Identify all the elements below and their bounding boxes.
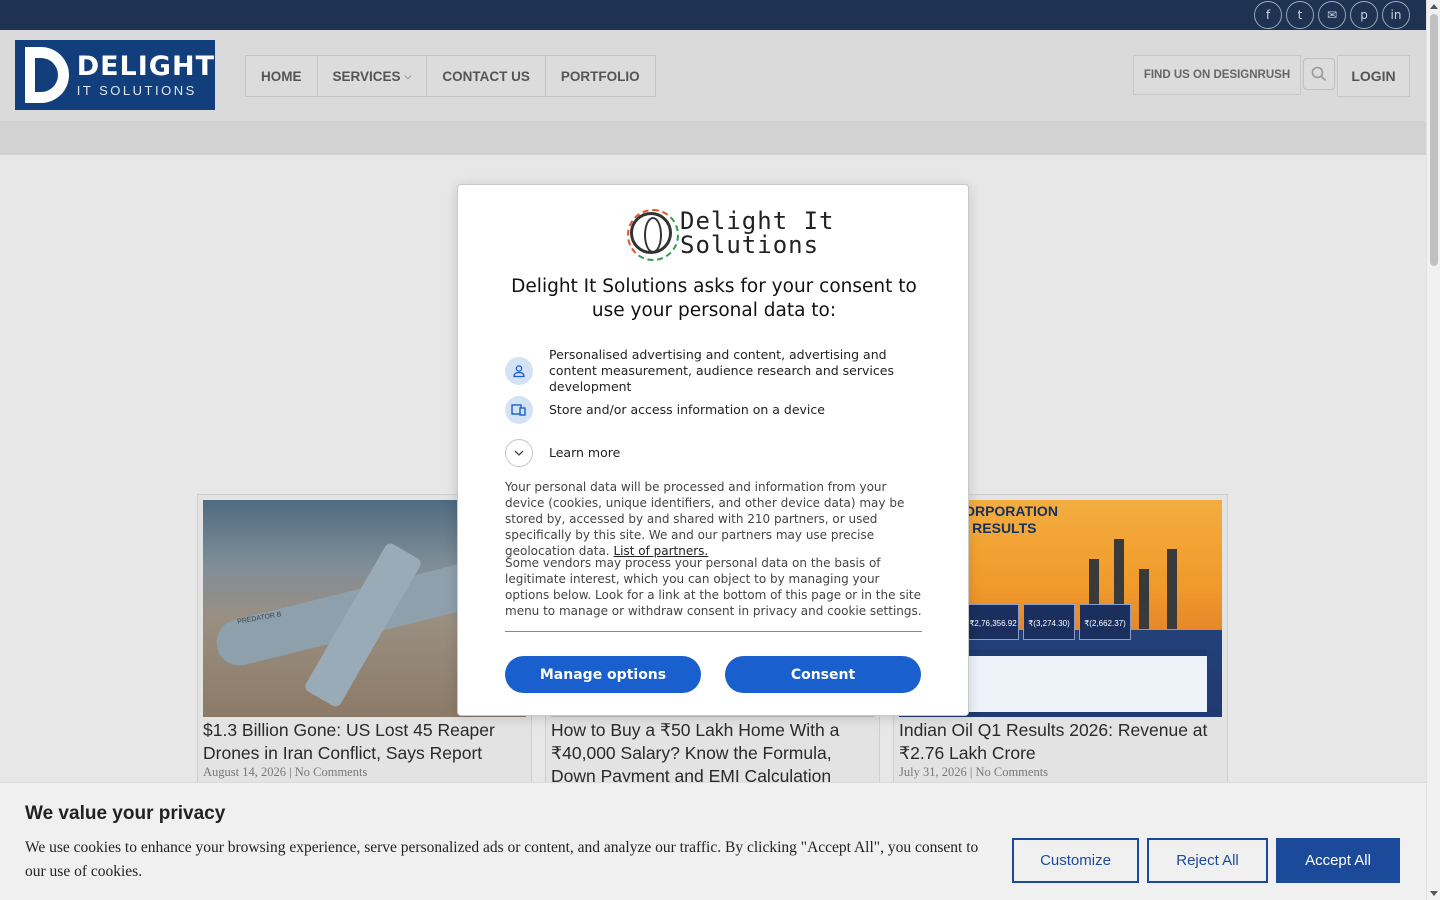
article-meta: July 31, 2026 | No Comments [899,765,1049,779]
image-panel [939,650,1207,712]
consent-paragraph: Your personal data will be processed and… [505,479,925,559]
find-us-designrush-button[interactable]: FIND US ON DESIGNRUSH [1133,55,1301,95]
logo-d-mark [25,47,69,103]
article-title[interactable]: How to Buy a ₹50 Lakh Home With a ₹40,00… [551,719,876,788]
devices-icon [505,396,533,424]
brand-line-1: Delight It [680,207,835,235]
article-title[interactable]: $1.3 Billion Gone: US Lost 45 Reaper Dro… [203,719,528,765]
social-links: f t ✉ p in [1254,1,1410,29]
scroll-down-arrow-icon[interactable] [1430,891,1438,896]
person-icon [505,357,533,385]
site-logo[interactable]: DELIGHT IT SOLUTIONS [15,40,215,110]
nav-portfolio[interactable]: PORTFOLIO [544,55,656,97]
legitimate-interest-paragraph: Some vendors may process your personal d… [505,556,922,618]
cookie-banner-text: We use cookies to enhance your browsing … [25,839,979,880]
scroll-up-arrow-icon[interactable] [1430,4,1438,9]
learn-more-label: Learn more [549,445,621,460]
logo-subtitle: IT SOLUTIONS [76,82,197,98]
pinterest-icon[interactable]: p [1350,1,1378,29]
cookie-banner: We value your privacy We use cookies to … [0,782,1426,900]
sub-header-bar [0,121,1426,155]
article-meta: August 14, 2026 | No Comments [203,765,368,779]
chevron-down-icon [505,439,533,467]
customize-button[interactable]: Customize [1012,838,1139,883]
site-header: DELIGHT IT SOLUTIONS HOME SERVICES ⌵ CONT… [0,30,1426,121]
manage-options-button[interactable]: Manage options [505,656,701,693]
linkedin-icon[interactable]: in [1382,1,1410,29]
image-stat: ₹(3,274.30) [1023,604,1075,640]
purpose-text: Personalised advertising and content, ad… [549,347,894,394]
image-stat: ₹2,76,356.92 [967,604,1019,640]
top-bar: f t ✉ p in [0,0,1426,30]
cookie-banner-title: We value your privacy [25,803,226,824]
facebook-icon[interactable]: f [1254,1,1282,29]
accept-all-button[interactable]: Accept All [1276,838,1400,883]
page-scrollbar[interactable] [1426,0,1440,900]
nav-home[interactable]: HOME [245,55,318,97]
brand-line-2: Solutions [680,231,820,259]
consent-heading: Delight It Solutions asks for your conse… [511,276,917,321]
email-icon[interactable]: ✉ [1318,1,1346,29]
consent-button[interactable]: Consent [725,656,921,693]
image-stat: ₹(2,662.37) [1079,604,1131,640]
chevron-down-icon: ⌵ [404,70,412,81]
purpose-item: Store and/or access information on a dev… [505,396,929,424]
purpose-text: Store and/or access information on a dev… [549,402,825,417]
main-nav: HOME SERVICES ⌵ CONTACT US PORTFOLIO [245,55,656,97]
login-button[interactable]: LOGIN [1337,55,1410,97]
purpose-item: Personalised advertising and content, ad… [505,347,929,395]
nav-services[interactable]: SERVICES ⌵ [316,55,428,97]
scrollbar-thumb[interactable] [1430,14,1438,266]
twitter-icon[interactable]: t [1286,1,1314,29]
nav-contact-us[interactable]: CONTACT US [426,55,546,97]
search-button[interactable] [1303,58,1335,90]
consent-brand-logo: Delight It Solutions [627,207,835,261]
consent-dialog: Delight It Solutions Delight It Solutions… [457,184,969,716]
globe-icon [627,209,679,261]
nav-services-label: SERVICES [332,68,401,84]
learn-more-toggle[interactable]: Learn more [505,439,929,467]
search-icon [1311,66,1327,82]
divider [505,631,922,632]
reject-all-button[interactable]: Reject All [1147,838,1268,883]
article-title[interactable]: Indian Oil Q1 Results 2026: Revenue at ₹… [899,719,1224,765]
logo-title: DELIGHT [76,50,215,82]
